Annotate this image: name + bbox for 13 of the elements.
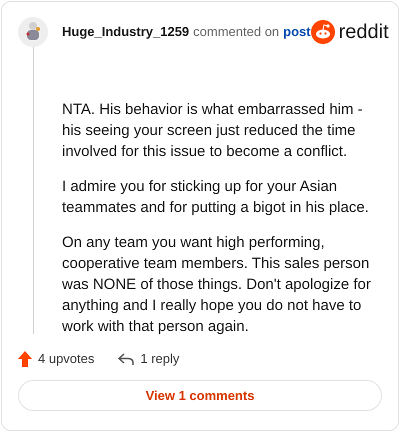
upvote-count: 4 upvotes [38,350,94,368]
upvote-icon[interactable] [18,351,32,367]
action-text: commented on [193,23,280,42]
reply-icon[interactable] [118,352,134,366]
reddit-logo-icon [310,20,335,44]
comment-paragraph: I admire you for sticking up for your Asian teammates and for putting a bigot in his place. [62,177,370,218]
post-link[interactable]: post [283,22,311,42]
reply-count: 1 reply [140,350,180,368]
view-comments-button[interactable]: View 1 comments [18,380,382,411]
comment-paragraph: NTA. His behavior is what embarrassed him - his seeing your screen just reduced the time involved for this issue to become a conflict. [62,100,364,162]
username[interactable]: Huge_Industry_1259 [62,22,190,42]
brand-name: reddit [338,22,389,42]
comment-paragraph: On any team you want high performing, cooperative team members. This sales person was NONE of those things. Don't apologize for anything and I really hope you do not have to work with that person again. [62,233,372,337]
